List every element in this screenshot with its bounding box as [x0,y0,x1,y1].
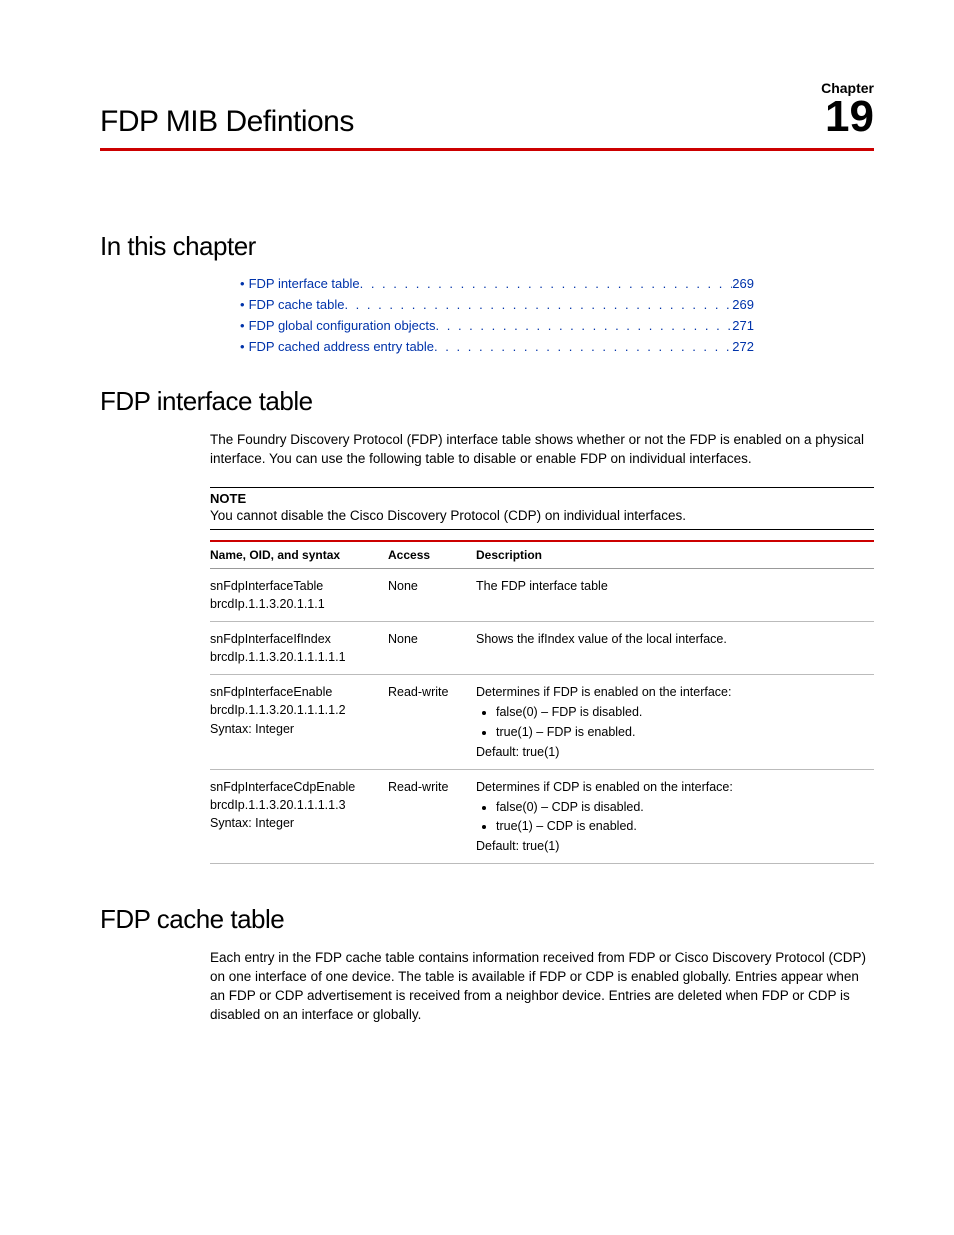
table-row: snFdpInterfaceCdpEnable brcdIp.1.1.3.20.… [210,769,874,864]
note-text: You cannot disable the Cisco Discovery P… [210,508,874,530]
bullet-icon: • [240,297,245,312]
obj-desc-opt: true(1) – FDP is enabled. [496,723,866,741]
chapter-number: 19 [825,92,874,142]
obj-desc: Shows the ifIndex value of the local int… [476,622,874,675]
obj-desc-default: Default: true(1) [476,743,866,761]
col-description: Description [476,541,874,569]
section-intro: Each entry in the FDP cache table contai… [210,949,874,1025]
toc-label: FDP cached address entry table [249,339,434,354]
obj-oid: brcdIp.1.1.3.20.1.1.1.1.2 [210,701,380,719]
note-label: NOTE [210,491,874,506]
toc-heading: In this chapter [100,231,874,262]
obj-access: None [388,568,476,621]
col-name: Name, OID, and syntax [210,541,388,569]
bullet-icon: • [240,276,245,291]
chapter-header: FDP MIB Defintions 19 [100,92,874,151]
obj-name: snFdpInterfaceCdpEnable [210,778,380,796]
toc-label: FDP global configuration objects [249,318,436,333]
obj-access: Read-write [388,769,476,864]
obj-desc-intro: Determines if CDP is enabled on the inte… [476,778,866,796]
toc-leader: . . . . . . . . . . . . . . . . . . . . … [436,318,733,333]
col-access: Access [388,541,476,569]
fdp-interface-table: Name, OID, and syntax Access Description… [210,540,874,865]
toc-leader: . . . . . . . . . . . . . . . . . . . . … [434,339,732,354]
obj-oid: brcdIp.1.1.3.20.1.1.1 [210,595,380,613]
toc-label: FDP cache table [249,297,345,312]
toc-label: FDP interface table [249,276,360,291]
toc-page: 271 [732,318,754,333]
obj-oid: brcdIp.1.1.3.20.1.1.1.1.1 [210,648,380,666]
page-title: FDP MIB Defintions [100,105,354,139]
toc-item[interactable]: • FDP global configuration objects . . .… [240,318,754,333]
section-heading-fdp-interface: FDP interface table [100,386,874,417]
obj-desc-default: Default: true(1) [476,837,866,855]
section-intro: The Foundry Discovery Protocol (FDP) int… [210,431,874,469]
obj-name: snFdpInterfaceIfIndex [210,630,380,648]
toc: • FDP interface table . . . . . . . . . … [240,276,754,354]
bullet-icon: • [240,339,245,354]
toc-leader: . . . . . . . . . . . . . . . . . . . . … [344,297,732,312]
toc-leader: . . . . . . . . . . . . . . . . . . . . … [360,276,733,291]
obj-desc-opt: false(0) – FDP is disabled. [496,703,866,721]
obj-desc-opt: true(1) – CDP is enabled. [496,817,866,835]
table-header-row: Name, OID, and syntax Access Description [210,541,874,569]
obj-name: snFdpInterfaceTable [210,577,380,595]
toc-item[interactable]: • FDP cached address entry table . . . .… [240,339,754,354]
obj-desc-opt: false(0) – CDP is disabled. [496,798,866,816]
table-row: snFdpInterfaceTable brcdIp.1.1.3.20.1.1.… [210,568,874,621]
obj-desc: The FDP interface table [476,568,874,621]
table-row: snFdpInterfaceIfIndex brcdIp.1.1.3.20.1.… [210,622,874,675]
toc-page: 269 [732,276,754,291]
obj-access: Read-write [388,675,476,770]
obj-access: None [388,622,476,675]
toc-item[interactable]: • FDP cache table . . . . . . . . . . . … [240,297,754,312]
section-heading-fdp-cache: FDP cache table [100,904,874,935]
note-rule-top [210,487,874,488]
toc-item[interactable]: • FDP interface table . . . . . . . . . … [240,276,754,291]
obj-name: snFdpInterfaceEnable [210,683,380,701]
obj-oid: brcdIp.1.1.3.20.1.1.1.1.3 [210,796,380,814]
toc-page: 272 [732,339,754,354]
toc-page: 269 [732,297,754,312]
obj-desc-intro: Determines if FDP is enabled on the inte… [476,683,866,701]
table-row: snFdpInterfaceEnable brcdIp.1.1.3.20.1.1… [210,675,874,770]
bullet-icon: • [240,318,245,333]
obj-syntax: Syntax: Integer [210,720,380,738]
obj-syntax: Syntax: Integer [210,814,380,832]
